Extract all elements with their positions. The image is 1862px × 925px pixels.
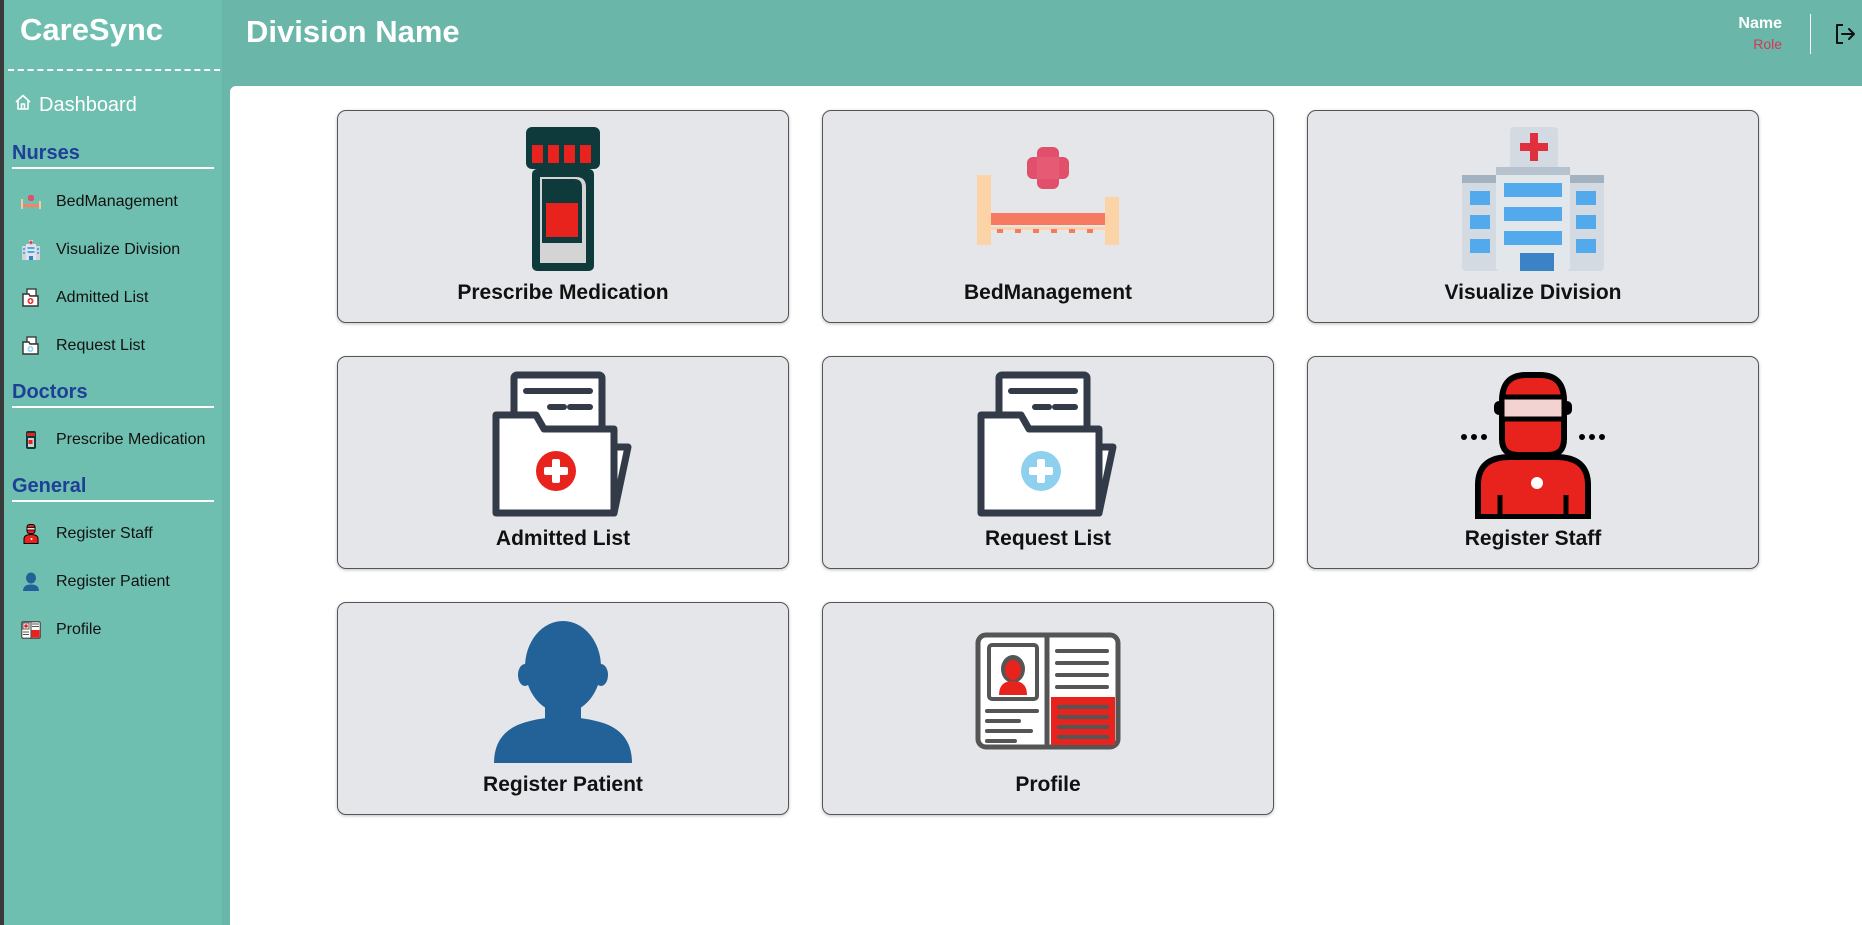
sidebar-item-label: Profile xyxy=(56,621,102,638)
medical-folder-blue-icon xyxy=(973,371,1123,519)
page-title: Division Name xyxy=(246,14,460,49)
card-label: Profile xyxy=(1015,773,1081,796)
sidebar-item-label: Visualize Division xyxy=(56,241,181,258)
card-label: Prescribe Medication xyxy=(457,281,669,304)
user-role: Role xyxy=(1753,36,1782,52)
surgeon-icon xyxy=(1458,371,1608,519)
sidebar-item-label: Prescribe Medication xyxy=(56,431,206,448)
brand-divider xyxy=(8,69,220,71)
hospital-bed-icon xyxy=(20,191,42,213)
card-label: Register Patient xyxy=(483,773,643,796)
card-visualize-division[interactable]: Visualize Division xyxy=(1307,110,1759,323)
card-register-staff[interactable]: Register Staff xyxy=(1307,356,1759,569)
main-content: Prescribe Medication BedManagement Visua… xyxy=(230,86,1862,925)
sidebar-item-dashboard[interactable]: Dashboard xyxy=(14,93,137,117)
medical-folder-red-icon xyxy=(20,287,42,309)
sidebar-item-label: Dashboard xyxy=(39,93,137,116)
sidebar-item-label: Admitted List xyxy=(56,289,149,306)
sidebar-item-label: BedManagement xyxy=(56,193,178,210)
sidebar-item-register-staff[interactable]: Register Staff xyxy=(20,523,153,545)
id-card-icon xyxy=(20,619,42,641)
surgeon-icon xyxy=(20,523,42,545)
card-admitted-list[interactable]: Admitted List xyxy=(337,356,789,569)
sidebar-item-prescribe-medication[interactable]: Prescribe Medication xyxy=(20,429,205,451)
card-prescribe-medication[interactable]: Prescribe Medication xyxy=(337,110,789,323)
sidebar-item-label: Register Patient xyxy=(56,573,170,590)
section-title-general: General xyxy=(12,475,214,502)
sidebar-item-register-patient[interactable]: Register Patient xyxy=(20,571,170,593)
top-header: Division Name Name Role xyxy=(222,0,1862,73)
sidebar: CareSync Dashboard Nurses BedManagement … xyxy=(4,0,222,925)
user-name: Name xyxy=(1738,15,1782,32)
sidebar-item-request-list[interactable]: Request List xyxy=(20,335,145,357)
sidebar-item-bedmanagement[interactable]: BedManagement xyxy=(20,191,178,213)
sidebar-item-profile[interactable]: Profile xyxy=(20,619,101,641)
hospital-bed-icon xyxy=(973,125,1123,273)
sidebar-item-label: Request List xyxy=(56,337,145,354)
sidebar-item-admitted-list[interactable]: Admitted List xyxy=(20,287,148,309)
card-label: Visualize Division xyxy=(1444,281,1622,304)
medical-folder-blue-icon xyxy=(20,335,42,357)
user-silhouette-icon xyxy=(488,617,638,765)
card-label: Admitted List xyxy=(495,527,631,550)
card-register-patient[interactable]: Register Patient xyxy=(337,602,789,815)
sidebar-item-visualize-division[interactable]: Visualize Division xyxy=(20,239,180,261)
logout-icon[interactable] xyxy=(1833,22,1859,48)
header-divider xyxy=(1810,14,1811,54)
card-bedmanagement[interactable]: BedManagement xyxy=(822,110,1274,323)
medicine-bottle-icon xyxy=(488,125,638,273)
section-title-doctors: Doctors xyxy=(12,381,214,408)
medicine-bottle-icon xyxy=(20,429,42,451)
brand-logo[interactable]: CareSync xyxy=(20,12,163,48)
sidebar-item-label: Register Staff xyxy=(56,525,153,542)
id-card-icon xyxy=(973,617,1123,765)
card-profile[interactable]: Profile xyxy=(822,602,1274,815)
home-icon xyxy=(14,93,32,117)
card-label: Request List xyxy=(984,527,1112,550)
user-silhouette-icon xyxy=(20,571,42,593)
card-label: BedManagement xyxy=(963,281,1133,304)
hospital-building-icon xyxy=(1458,125,1608,273)
hospital-building-icon xyxy=(20,239,42,261)
card-request-list[interactable]: Request List xyxy=(822,356,1274,569)
medical-folder-red-icon xyxy=(488,371,638,519)
card-label: Register Staff xyxy=(1464,527,1602,550)
section-title-nurses: Nurses xyxy=(12,142,214,169)
